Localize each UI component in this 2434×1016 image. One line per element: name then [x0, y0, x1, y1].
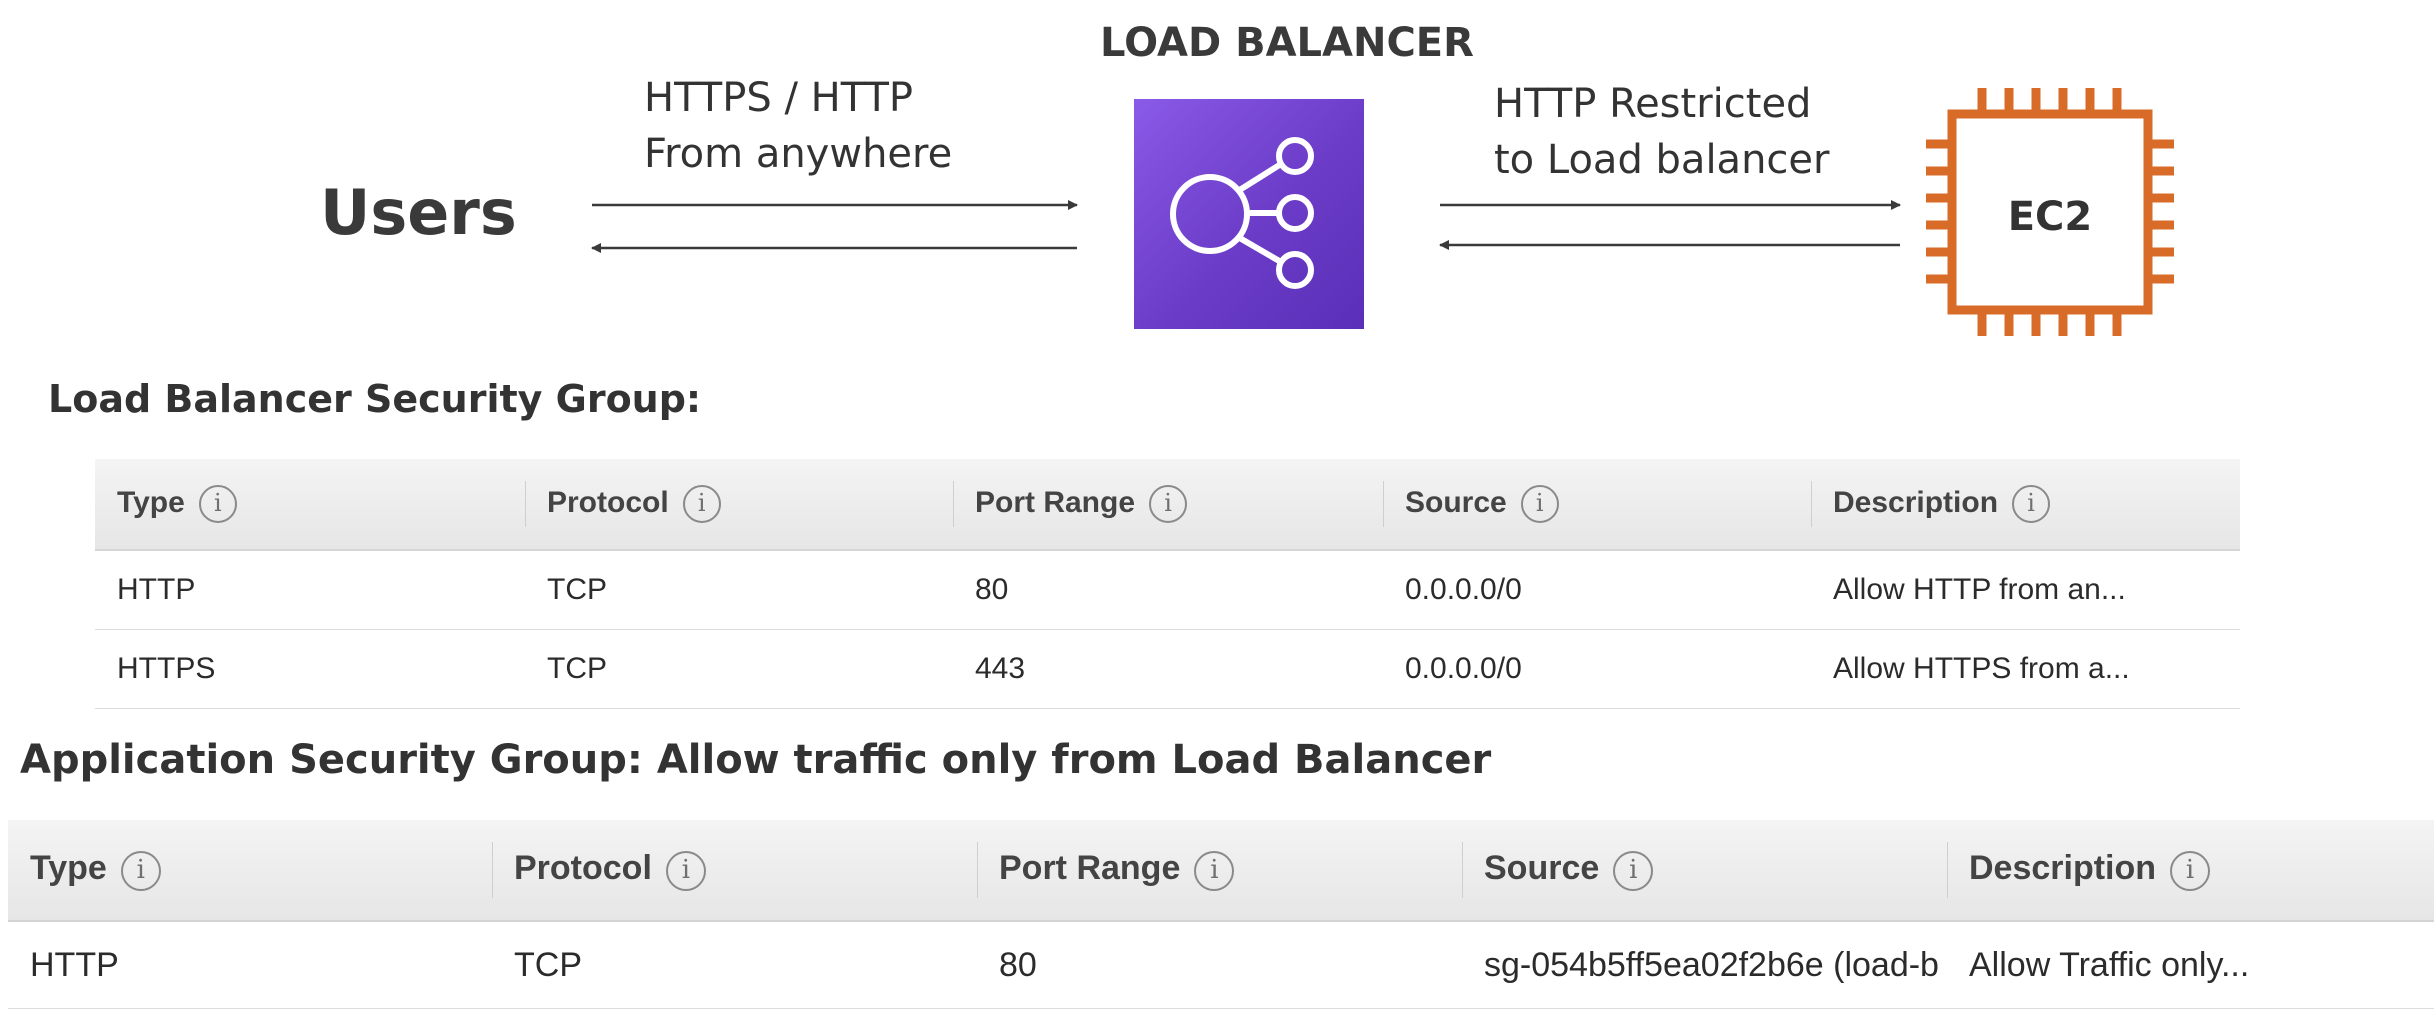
table-header-row: Type i Protocol i Port Range i Source i Desc…	[8, 820, 2434, 922]
column-header-type: Type i	[95, 459, 525, 551]
cell-port-range: 80	[953, 550, 1383, 630]
table-row[interactable]: HTTP TCP 80 sg-054b5ff5ea02f2b6e (load-b…	[8, 921, 2434, 1009]
info-icon[interactable]: i	[120, 850, 161, 891]
app-security-group-title: Application Security Group: Allow traffi…	[20, 737, 1492, 783]
info-icon[interactable]: i	[1613, 850, 1654, 891]
table-row[interactable]: HTTP TCP 80 0.0.0.0/0 Allow HTTP from an…	[95, 550, 2240, 630]
app-security-group-table: Type i Protocol i Port Range i Source i Desc…	[8, 820, 2434, 1009]
info-icon[interactable]: i	[1194, 850, 1235, 891]
column-header-source: Source i	[1462, 820, 1947, 922]
cell-protocol: TCP	[525, 550, 953, 630]
ec2-label: EC2	[2008, 194, 2093, 240]
column-header-port-range: Port Range i	[953, 459, 1383, 551]
column-header-protocol: Protocol i	[525, 459, 953, 551]
cell-description: Allow HTTPS from a...	[1811, 629, 2240, 709]
column-header-description: Description i	[1947, 820, 2434, 922]
cell-port-range: 443	[953, 629, 1383, 709]
info-icon[interactable]: i	[2170, 850, 2211, 891]
column-header-description: Description i	[1811, 459, 2240, 551]
cell-port-range: 80	[977, 921, 1462, 1009]
info-icon[interactable]: i	[682, 485, 721, 523]
cell-type: HTTPS	[95, 629, 525, 709]
table-row[interactable]: HTTPS TCP 443 0.0.0.0/0 Allow HTTPS from…	[95, 629, 2240, 709]
cell-source: 0.0.0.0/0	[1383, 550, 1811, 630]
load-balancer-icon	[1134, 99, 1364, 329]
cell-protocol: TCP	[492, 921, 977, 1009]
column-header-type: Type i	[8, 820, 492, 922]
cell-protocol: TCP	[525, 629, 953, 709]
info-icon[interactable]: i	[198, 485, 237, 523]
cell-source: sg-054b5ff5ea02f2b6e (load-b	[1462, 921, 1947, 1009]
lb-security-group-title: Load Balancer Security Group:	[48, 377, 702, 421]
info-icon[interactable]: i	[665, 850, 706, 891]
ec2-chip-icon: EC2	[1926, 88, 2174, 336]
column-header-source: Source i	[1383, 459, 1811, 551]
table-header-row: Type i Protocol i Port Range i Source i Desc…	[95, 459, 2240, 551]
cell-description: Allow HTTP from an...	[1811, 550, 2240, 630]
info-icon[interactable]: i	[2012, 485, 2051, 523]
info-icon[interactable]: i	[1149, 485, 1188, 523]
cell-description: Allow Traffic only...	[1947, 921, 2434, 1009]
elb-icon	[1170, 137, 1314, 289]
info-icon[interactable]: i	[1520, 485, 1559, 523]
cell-type: HTTP	[8, 921, 492, 1009]
column-header-protocol: Protocol i	[492, 820, 977, 922]
cell-source: 0.0.0.0/0	[1383, 629, 1811, 709]
cell-type: HTTP	[95, 550, 525, 630]
column-header-port-range: Port Range i	[977, 820, 1462, 922]
lb-security-group-table: Type i Protocol i Port Range i Source i Desc…	[95, 459, 2240, 709]
